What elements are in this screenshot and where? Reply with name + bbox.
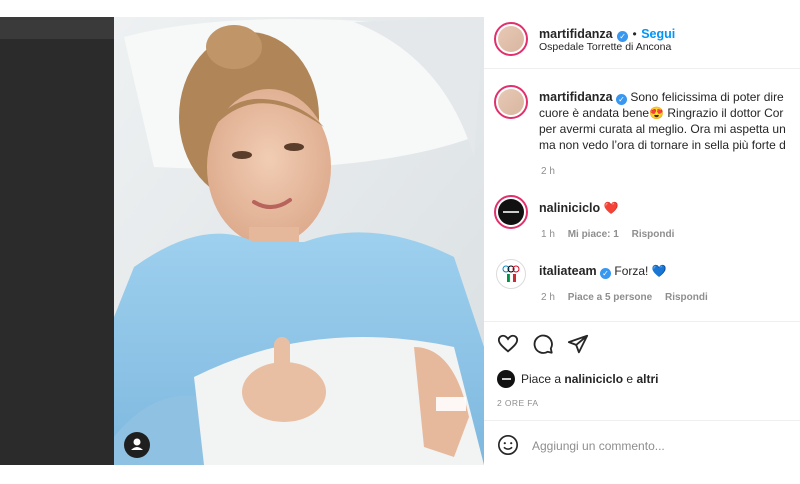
comment-avatar-naliniciclo[interactable]	[494, 195, 528, 229]
caption-line-1: martifidanza ✓ Sono felicissima di poter…	[539, 89, 786, 105]
photo-illustration	[114, 17, 484, 465]
add-comment-input[interactable]: Aggiungi un commento...	[532, 439, 665, 453]
post-location[interactable]: Ospedale Torrette di Ancona	[539, 41, 671, 53]
author-username[interactable]: martifidanza	[539, 27, 613, 41]
caption-time[interactable]: 2 h	[541, 166, 555, 177]
footer-divider	[484, 420, 800, 421]
caption-line-1-text: Sono felicissima di poter dire	[630, 90, 784, 104]
post-timestamp[interactable]: 2 ORE FA	[497, 398, 538, 408]
author-avatar[interactable]	[494, 22, 528, 56]
caption-line-2: cuore è andata bene😍 Ringrazio il dottor…	[539, 106, 784, 120]
header-divider	[484, 68, 800, 69]
verified-icon: ✓	[600, 268, 612, 279]
header-separator: •	[632, 27, 637, 41]
tagged-users-button[interactable]	[124, 432, 150, 458]
author-avatar-image	[498, 26, 524, 52]
emoji-icon	[498, 435, 518, 455]
likes-prefix: Piace a	[521, 372, 562, 386]
likes-avatar[interactable]	[497, 370, 515, 388]
caption-line-3: per avermi curata al meglio. Ora mi aspe…	[539, 122, 786, 136]
heart-icon	[497, 334, 519, 353]
comments-divider	[484, 321, 800, 322]
comment-1-text: ❤️	[603, 201, 619, 215]
likes-summary: Piace a naliniciclo e altri	[521, 372, 658, 386]
comment-2-time[interactable]: 2 h	[541, 292, 555, 303]
comment-2-meta: 2 h Piace a 5 persone Rispondi	[541, 292, 708, 303]
verified-icon: ✓	[615, 94, 627, 105]
comment-2-text: Forza! 💙	[614, 264, 667, 278]
share-icon	[567, 334, 589, 354]
italiateam-logo	[502, 265, 520, 283]
naliniciclo-logo	[498, 199, 524, 225]
left-background	[0, 17, 114, 465]
comment-2-username[interactable]: italiateam	[539, 264, 597, 278]
comment-1-time[interactable]: 1 h	[541, 229, 555, 240]
likes-middle: e	[626, 372, 634, 386]
follow-button[interactable]: Segui	[641, 27, 675, 41]
comment-1-username[interactable]: naliniciclo	[539, 201, 600, 215]
comment-1: naliniciclo ❤️	[539, 201, 618, 215]
comment-icon	[533, 334, 553, 354]
comment-2-likes[interactable]: Piace a 5 persone	[568, 292, 653, 303]
comment-button[interactable]	[532, 333, 554, 360]
comment-1-reply-button[interactable]: Rispondi	[632, 229, 675, 240]
caption-avatar-image	[498, 89, 524, 115]
comment-avatar-italiateam[interactable]	[496, 259, 526, 289]
caption-text: martifidanza ✓ Sono felicissima di poter…	[539, 89, 786, 153]
like-button[interactable]	[497, 333, 519, 360]
post-photo[interactable]	[114, 17, 484, 465]
caption-username[interactable]: martifidanza	[539, 90, 613, 104]
user-icon	[131, 438, 143, 450]
comment-1-likes[interactable]: Mi piace: 1	[568, 229, 619, 240]
caption-avatar[interactable]	[494, 85, 528, 119]
comment-2-reply-button[interactable]: Rispondi	[665, 292, 708, 303]
comment-2: italiateam ✓ Forza! 💙	[539, 264, 667, 279]
logo-mark	[501, 378, 511, 380]
share-button[interactable]	[567, 333, 589, 360]
comment-1-meta: 1 h Mi piace: 1 Rispondi	[541, 229, 674, 240]
emoji-button[interactable]	[497, 434, 519, 461]
caption-line-4: ma non vedo l’ora di tornare in sella pi…	[539, 138, 786, 152]
likes-others[interactable]: altri	[636, 372, 658, 386]
likes-user[interactable]: naliniciclo	[564, 372, 623, 386]
logo-mark	[503, 211, 519, 213]
left-topbar	[0, 17, 114, 39]
